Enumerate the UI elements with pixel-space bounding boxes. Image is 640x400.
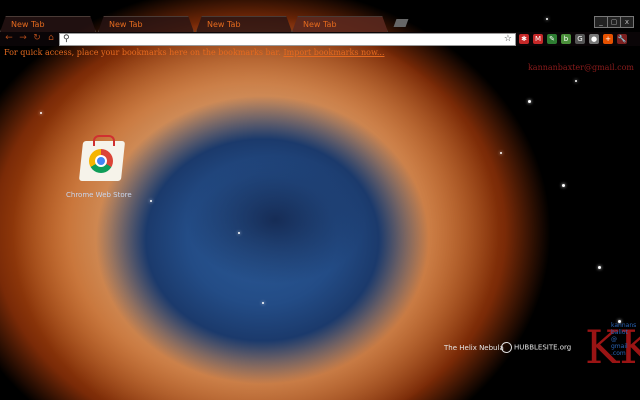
hubble-credit-text: HUBBLESITE.org <box>514 343 572 352</box>
google-ext-icon[interactable]: G <box>575 34 585 44</box>
tab-active[interactable]: New Tab <box>292 16 388 32</box>
tab[interactable]: New Tab <box>0 16 96 32</box>
tab[interactable]: New Tab <box>98 16 194 32</box>
forward-arrow-icon[interactable]: → <box>18 33 28 43</box>
close-button[interactable]: x <box>620 16 634 28</box>
star <box>528 100 531 103</box>
tab-strip: New Tab New Tab New Tab New Tab <box>0 14 640 32</box>
minimize-button[interactable]: _ <box>594 16 608 28</box>
omnibox[interactable]: ⚲ ☆ <box>59 33 516 46</box>
back-arrow-icon[interactable]: ← <box>4 33 14 43</box>
bookmarks-bar-text: For quick access, place your bookmarks h… <box>4 48 281 57</box>
wrench-icon[interactable]: 🔧 <box>617 34 627 44</box>
hubble-logo-icon <box>501 342 512 353</box>
tab[interactable]: New Tab <box>196 16 292 32</box>
chrome-logo-icon <box>89 149 113 173</box>
hubble-credit: HUBBLESITE.org <box>501 342 571 353</box>
watermark-line: @ <box>611 336 617 343</box>
app-label[interactable]: Chrome Web Store <box>66 191 132 199</box>
home-icon[interactable]: ⌂ <box>46 33 56 43</box>
chrome-web-store-icon[interactable] <box>75 135 126 181</box>
globe-ext-icon[interactable]: ● <box>589 34 599 44</box>
star <box>150 200 152 202</box>
address-input[interactable] <box>74 34 494 45</box>
watermark-logo: KK kannans ballot @ gmail .com <box>585 318 640 376</box>
star <box>262 302 264 304</box>
star <box>575 80 577 82</box>
theme-background <box>0 0 640 400</box>
watermark-line: .com <box>611 350 626 357</box>
watermark-text: kannans ballot @ gmail .com <box>611 322 636 357</box>
docs-ext-icon[interactable]: b <box>561 34 571 44</box>
star <box>40 112 42 114</box>
star <box>562 184 565 187</box>
asterisk-ext-icon[interactable]: ✱ <box>519 34 529 44</box>
user-label[interactable]: kannanbaxter@gmail.com <box>528 63 634 72</box>
star <box>500 152 502 154</box>
gmail-ext-icon[interactable]: M <box>533 34 543 44</box>
bag-handle <box>93 135 115 146</box>
plus-ext-icon[interactable]: + <box>603 34 613 44</box>
watermark-line: gmail <box>611 343 628 350</box>
bookmarks-bar-message: For quick access, place your bookmarks h… <box>4 48 385 57</box>
watermark-line: kannans <box>611 322 637 329</box>
reload-icon[interactable]: ↻ <box>32 33 42 43</box>
import-bookmarks-link[interactable]: Import bookmarks now... <box>283 48 384 57</box>
chrome-logo-dot <box>97 157 105 165</box>
green-ext-icon[interactable]: ✎ <box>547 34 557 44</box>
maximize-button[interactable]: ▢ <box>607 16 621 28</box>
chrome-logo-center <box>95 155 107 167</box>
watermark-line: ballot <box>611 329 628 336</box>
theme-caption: The Helix Nebula <box>444 344 504 352</box>
star <box>598 266 601 269</box>
star <box>238 232 240 234</box>
search-icon: ⚲ <box>63 34 70 44</box>
app-chrome-web-store[interactable]: Chrome Web Store <box>66 135 132 199</box>
bookmark-star-icon[interactable]: ☆ <box>504 34 512 45</box>
